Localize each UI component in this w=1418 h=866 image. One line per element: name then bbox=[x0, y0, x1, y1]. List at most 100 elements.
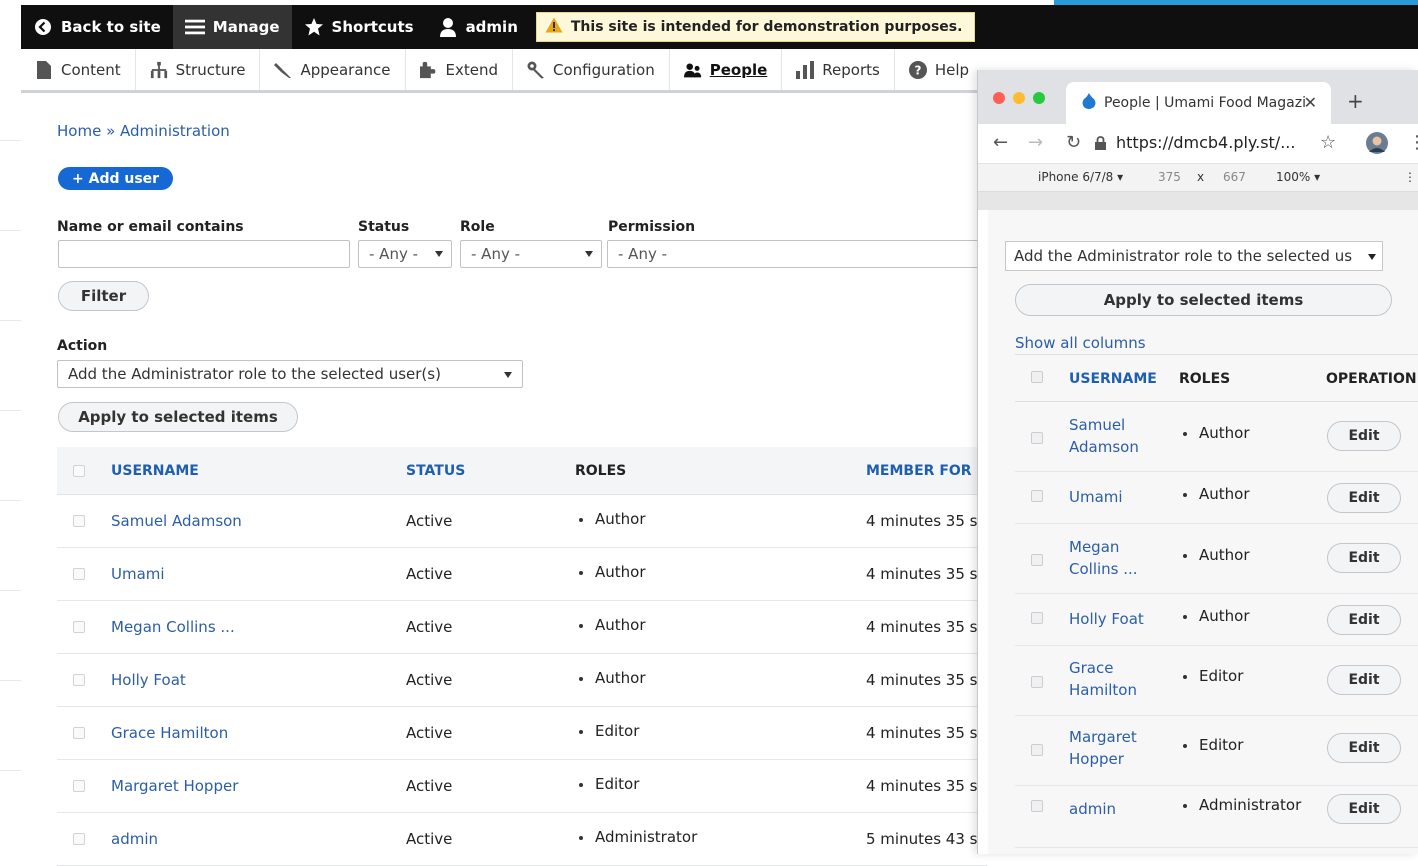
row-checkbox[interactable] bbox=[73, 568, 85, 580]
role-select[interactable]: - Any - bbox=[460, 240, 602, 268]
username-link[interactable]: Holly Foat bbox=[111, 671, 186, 689]
zoom-select[interactable]: 100% ▾ bbox=[1276, 170, 1320, 184]
username-link[interactable]: admin bbox=[111, 830, 158, 848]
back-to-site-link[interactable]: Back to site bbox=[21, 5, 173, 49]
member-for-cell: 4 minutes 35 se bbox=[866, 565, 987, 583]
row-checkbox[interactable] bbox=[1031, 744, 1043, 756]
manage-tab[interactable]: Manage bbox=[172, 5, 292, 49]
tray-item-configuration[interactable]: Configuration bbox=[513, 49, 670, 90]
new-tab-icon[interactable]: + bbox=[1347, 89, 1364, 113]
username-link[interactable]: Megan Collins ... bbox=[111, 618, 235, 636]
viewport-times: x bbox=[1197, 170, 1205, 184]
tray-item-reports[interactable]: Reports bbox=[782, 49, 895, 90]
close-tab-icon[interactable]: ✕ bbox=[1304, 93, 1317, 112]
forward-arrow-icon[interactable]: → bbox=[1028, 132, 1043, 153]
device-menu-icon[interactable]: ⋮ bbox=[1404, 170, 1416, 184]
drupal-favicon-icon bbox=[1082, 93, 1096, 113]
row-checkbox[interactable] bbox=[1031, 490, 1043, 502]
edit-button[interactable]: Edit bbox=[1327, 665, 1401, 695]
edit-button[interactable]: Edit bbox=[1327, 733, 1401, 763]
status-column-header[interactable]: STATUS bbox=[406, 463, 465, 479]
row-checkbox[interactable] bbox=[73, 674, 85, 686]
edit-button[interactable]: Edit bbox=[1327, 543, 1401, 573]
profile-avatar[interactable] bbox=[1366, 132, 1388, 158]
mobile-apply-button[interactable]: Apply to selected items bbox=[1015, 284, 1392, 316]
mobile-username-link[interactable]: Megan Collins ... bbox=[1069, 536, 1169, 580]
mobile-username-link[interactable]: Umami bbox=[1069, 486, 1169, 508]
breadcrumb[interactable]: Home » Administration bbox=[57, 122, 230, 140]
row-checkbox[interactable] bbox=[1031, 612, 1043, 624]
viewport-height[interactable]: 667 bbox=[1223, 170, 1246, 184]
username-link[interactable]: Margaret Hopper bbox=[111, 777, 238, 795]
url-field[interactable]: https://dmcb4.ply.st/... bbox=[1116, 133, 1295, 152]
member-for-cell: 4 minutes 35 se bbox=[866, 512, 987, 530]
edit-button[interactable]: Edit bbox=[1327, 421, 1401, 451]
tray-item-structure[interactable]: Structure bbox=[136, 49, 261, 90]
row-checkbox[interactable] bbox=[73, 515, 85, 527]
brush-icon bbox=[274, 61, 292, 79]
device-select[interactable]: iPhone 6/7/8 ▾ bbox=[1038, 170, 1123, 184]
select-all-checkbox[interactable] bbox=[1031, 371, 1043, 383]
bookmark-star-icon[interactable]: ☆ bbox=[1320, 132, 1336, 153]
username-link[interactable]: Samuel Adamson bbox=[111, 512, 242, 530]
show-all-columns-link[interactable]: Show all columns bbox=[1015, 334, 1146, 352]
minimize-window-button[interactable] bbox=[1013, 92, 1025, 104]
viewport-width[interactable]: 375 bbox=[1158, 170, 1181, 184]
select-all-checkbox[interactable] bbox=[73, 465, 85, 477]
username-column-header[interactable]: USERNAME bbox=[111, 463, 199, 479]
filter-button[interactable]: Filter bbox=[58, 281, 149, 311]
mobile-operations-header: OPERATION bbox=[1326, 371, 1417, 387]
edit-button[interactable]: Edit bbox=[1327, 794, 1401, 824]
mobile-username-link[interactable]: Margaret Hopper bbox=[1069, 726, 1169, 770]
row-checkbox[interactable] bbox=[73, 780, 85, 792]
edit-button[interactable]: Edit bbox=[1327, 605, 1401, 635]
status-cell: Active bbox=[406, 830, 453, 848]
hamburger-icon bbox=[184, 17, 205, 37]
mobile-table-row: Grace Hamilton Editor Edit bbox=[1015, 646, 1418, 716]
add-user-button[interactable]: + Add user bbox=[58, 167, 174, 190]
back-arrow-icon[interactable]: ← bbox=[993, 132, 1008, 153]
mobile-username-link[interactable]: Holly Foat bbox=[1069, 608, 1169, 630]
mobile-username-link[interactable]: Samuel Adamson bbox=[1069, 414, 1169, 458]
table-row: Holly Foat Active Author 4 minutes 35 se bbox=[57, 654, 987, 707]
row-checkbox[interactable] bbox=[1031, 800, 1043, 812]
row-checkbox[interactable] bbox=[1031, 676, 1043, 688]
apply-to-selected-button[interactable]: Apply to selected items bbox=[58, 402, 298, 432]
maximize-window-button[interactable] bbox=[1033, 92, 1045, 104]
close-window-button[interactable] bbox=[993, 92, 1005, 104]
username-link[interactable]: Umami bbox=[111, 565, 165, 583]
status-select[interactable]: - Any - bbox=[358, 240, 452, 268]
tray-item-content[interactable]: Content bbox=[21, 49, 136, 90]
member-for-column-header[interactable]: MEMBER FOR bbox=[866, 463, 972, 479]
mobile-action-select[interactable]: Add the Administrator role to the select… bbox=[1005, 241, 1383, 271]
status-cell: Active bbox=[406, 671, 453, 689]
admin-tray: Content Structure Appearance Extend Conf… bbox=[21, 49, 1021, 93]
permission-select[interactable]: - Any - bbox=[607, 240, 987, 268]
mobile-username-link[interactable]: Grace Hamilton bbox=[1069, 657, 1169, 701]
member-for-cell: 5 minutes 43 se bbox=[866, 830, 987, 848]
edit-button[interactable]: Edit bbox=[1327, 483, 1401, 513]
tray-item-appearance[interactable]: Appearance bbox=[260, 49, 406, 90]
mobile-username-link[interactable]: admin bbox=[1069, 798, 1169, 820]
browser-menu-icon[interactable]: ⋮ bbox=[1408, 132, 1418, 153]
tray-item-people[interactable]: People bbox=[670, 49, 783, 90]
row-checkbox[interactable] bbox=[73, 727, 85, 739]
browser-tab[interactable]: People | Umami Food Magazi ✕ bbox=[1066, 82, 1331, 124]
mobile-action-value: Add the Administrator role to the select… bbox=[1014, 247, 1353, 265]
name-filter-input[interactable] bbox=[58, 240, 350, 268]
row-checkbox[interactable] bbox=[73, 833, 85, 845]
manage-label: Manage bbox=[212, 18, 280, 36]
tray-item-extend[interactable]: Extend bbox=[406, 49, 514, 90]
row-checkbox[interactable] bbox=[73, 621, 85, 633]
row-checkbox[interactable] bbox=[1031, 432, 1043, 444]
action-select[interactable]: Add the Administrator role to the select… bbox=[57, 360, 523, 388]
mobile-username-header[interactable]: USERNAME bbox=[1069, 371, 1157, 387]
tray-item-help[interactable]: ? Help bbox=[895, 49, 983, 90]
username-link[interactable]: Grace Hamilton bbox=[111, 724, 228, 742]
shortcuts-tab[interactable]: Shortcuts bbox=[292, 5, 426, 49]
row-checkbox[interactable] bbox=[1031, 554, 1043, 566]
status-cell: Active bbox=[406, 777, 453, 795]
reload-icon[interactable]: ↻ bbox=[1066, 132, 1081, 153]
user-tab[interactable]: admin bbox=[426, 5, 530, 49]
table-row: Megan Collins ... Active Author 4 minute… bbox=[57, 601, 987, 654]
